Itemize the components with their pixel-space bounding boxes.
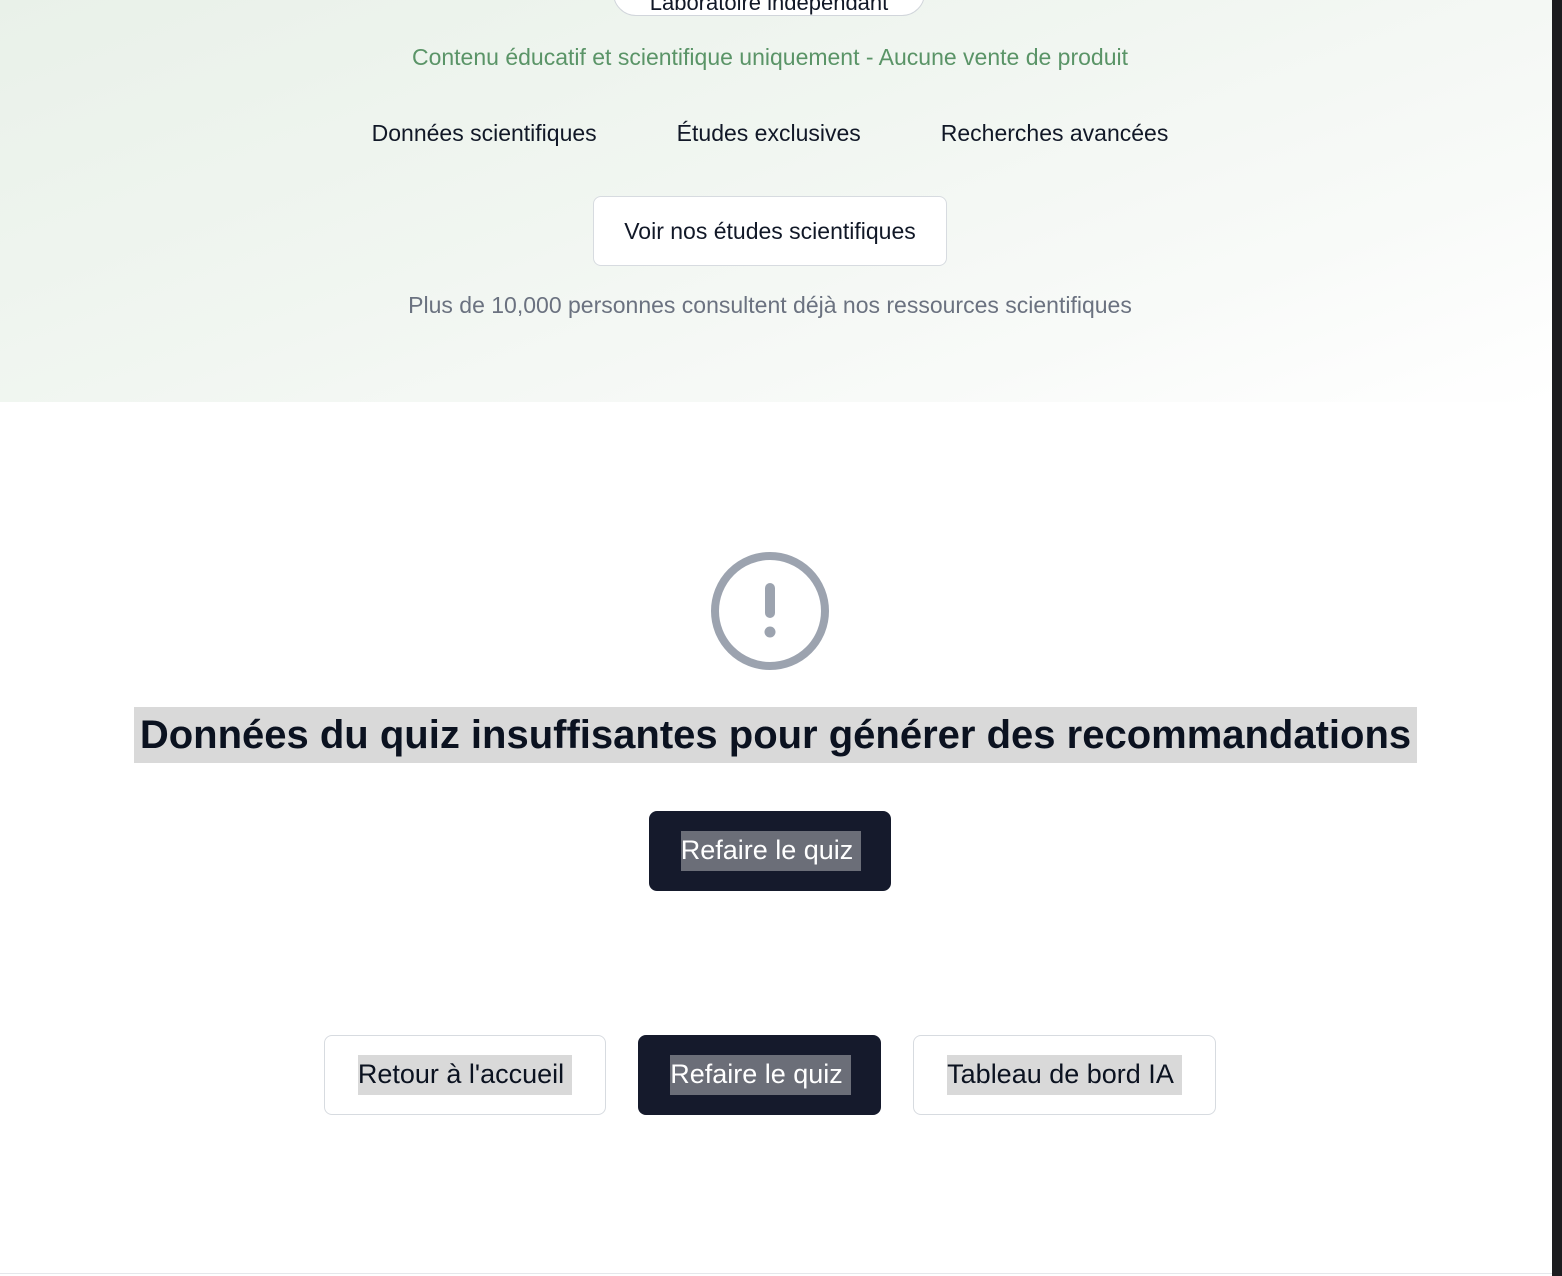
feature-list: Données scientifiques Études exclusives … xyxy=(0,120,1540,147)
page: Laboratoire indépendant Contenu éducatif… xyxy=(0,0,1552,1276)
feature-advanced-research: Recherches avancées xyxy=(940,120,1169,146)
retry-quiz-secondary-label: Refaire le quiz xyxy=(670,1055,851,1095)
alert-circle-icon xyxy=(711,552,829,670)
view-studies-button[interactable]: Voir nos études scientifiques xyxy=(593,196,947,266)
retry-quiz-secondary-button[interactable]: Refaire le quiz xyxy=(638,1035,881,1115)
back-home-button[interactable]: Retour à l'accueil xyxy=(324,1035,606,1115)
disclaimer-text: Contenu éducatif et scientifique uniquem… xyxy=(411,44,1129,70)
lab-badge: Laboratoire indépendant xyxy=(613,0,925,16)
lab-badge-label: Laboratoire indépendant xyxy=(649,0,889,15)
ai-dashboard-button[interactable]: Tableau de bord IA xyxy=(913,1035,1216,1115)
feature-scientific-data: Données scientifiques xyxy=(371,120,597,146)
insufficient-data-message: Données du quiz insuffisantes pour génér… xyxy=(134,707,1417,763)
window-edge xyxy=(1552,0,1562,1276)
retry-quiz-button[interactable]: Refaire le quiz xyxy=(649,811,891,891)
ai-dashboard-label: Tableau de bord IA xyxy=(947,1055,1182,1095)
social-proof-text: Plus de 10,000 personnes consultent déjà… xyxy=(408,292,1132,318)
retry-quiz-label: Refaire le quiz xyxy=(680,831,862,871)
hero-section: Laboratoire indépendant Contenu éducatif… xyxy=(0,0,1552,402)
divider xyxy=(0,1273,1552,1274)
feature-exclusive-studies: Études exclusives xyxy=(676,120,861,146)
back-home-label: Retour à l'accueil xyxy=(357,1055,573,1095)
